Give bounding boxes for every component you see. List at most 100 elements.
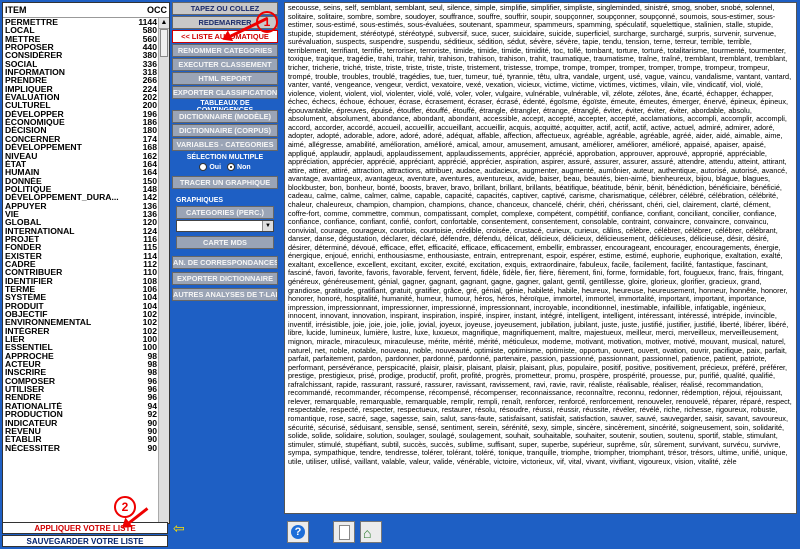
list-item-word: ACTEUR: [5, 360, 41, 369]
apply-list-button[interactable]: APPLIQUER VOTRE LISTE: [2, 522, 168, 534]
radio-oui-icon[interactable]: [199, 163, 208, 171]
list-item[interactable]: SYSTÈME 104: [3, 293, 159, 302]
list-item[interactable]: INTERNATIONAL 124: [3, 226, 159, 235]
list-item-word: CONSIDÉRER: [5, 51, 63, 60]
list-item[interactable]: ACTEUR 98: [3, 360, 159, 369]
list-item[interactable]: IMPLIQUER 224: [3, 84, 159, 93]
rename-categories-button[interactable]: RENOMMER CATEGORIES: [172, 44, 278, 57]
list-item[interactable]: INTÉGRER 102: [3, 326, 159, 335]
document-icon: [339, 525, 350, 540]
list-item[interactable]: LOCAL 580: [3, 26, 159, 35]
variables-categories-button[interactable]: VARIABLES - CATEGORIES: [172, 138, 278, 151]
list-item-word: RENDRE: [5, 393, 42, 402]
correspondence-analysis-button[interactable]: AN. DE CORRESPONDANCES: [172, 256, 278, 269]
column-header-occ[interactable]: OCC: [147, 4, 167, 16]
list-item[interactable]: GLOBAL 120: [3, 218, 159, 227]
list-item[interactable]: PROJET 116: [3, 234, 159, 243]
list-item[interactable]: DÉVELOPPER 196: [3, 109, 159, 119]
list-item[interactable]: ÉVALUATION 202: [3, 93, 159, 102]
html-report-button[interactable]: HTML REPORT: [172, 72, 278, 85]
list-item-word: CONCERNER: [5, 134, 61, 144]
list-item[interactable]: CULTUREL 200: [3, 101, 159, 110]
execute-classification-button[interactable]: EXECUTER CLASSEMENT: [172, 58, 278, 71]
callout-two: 2: [114, 496, 136, 518]
list-item[interactable]: RENDRE 96: [3, 393, 159, 402]
list-item[interactable]: CONCERNER 174: [3, 134, 159, 144]
column-header-item[interactable]: ITEM: [5, 4, 27, 16]
list-item-word: OBJECTIF: [5, 310, 48, 319]
list-body[interactable]: PERMETTRE 1144 LOCAL 580 METTRE 560 PROPOSER 44…: [3, 18, 159, 523]
list-item[interactable]: IDENTIFIER 108: [3, 276, 159, 285]
list-item[interactable]: REVENU 90: [3, 426, 159, 435]
list-item[interactable]: PRODUCTION 92: [3, 410, 159, 419]
list-item[interactable]: PRENDRE 266: [3, 76, 159, 85]
help-button[interactable]: ?: [287, 521, 309, 543]
scroll-up-icon[interactable]: ▲: [159, 18, 169, 29]
text-panel[interactable]: secousse, seins, self, semblant, semblan…: [284, 2, 797, 514]
list-item[interactable]: ÉCONOMIQUE 186: [3, 118, 159, 127]
list-item[interactable]: SOCIAL 336: [3, 59, 159, 68]
export-classification-button[interactable]: EXPORTER CLASSIFICATION: [172, 86, 278, 99]
list-item[interactable]: NÉCESSITER 90: [3, 443, 159, 452]
scroll-thumb[interactable]: [160, 29, 168, 57]
list-item[interactable]: LIER 100: [3, 335, 159, 344]
list-item-word: ENVIRONNEMENTAL: [5, 318, 92, 327]
list-item[interactable]: FONDER 115: [3, 243, 159, 252]
list-item[interactable]: DÉCISION 180: [3, 126, 159, 135]
list-item[interactable]: HUMAIN 164: [3, 168, 159, 177]
list-item[interactable]: INFORMATION 318: [3, 68, 159, 77]
list-item[interactable]: PERMETTRE 1144: [3, 18, 159, 26]
list-item-word: UTILISER: [5, 385, 45, 394]
list-item[interactable]: EXISTER 114: [3, 251, 159, 260]
list-item[interactable]: INSCRIRE 98: [3, 368, 159, 377]
export-dictionary-button[interactable]: EXPORTER DICTIONNAIRE: [172, 272, 278, 285]
list-item[interactable]: POLITIQUE 148: [3, 184, 159, 193]
dictionary-corpus-button[interactable]: DICTIONNAIRE (CORPUS): [172, 124, 278, 137]
list-item[interactable]: CADRE 112: [3, 259, 159, 268]
list-item[interactable]: DÉVELOPPEMENT_DURA... 142: [3, 193, 159, 202]
word-list-panel[interactable]: ITEM OCC PERMETTRE 1144 LOCAL 580 METTRE 560 P…: [2, 2, 170, 524]
list-scrollbar[interactable]: ▲: [158, 18, 169, 523]
radio-non-icon[interactable]: [227, 163, 236, 171]
list-item[interactable]: APPROCHE 98: [3, 351, 159, 360]
list-item[interactable]: APPUYER 136: [3, 201, 159, 210]
radio-oui[interactable]: Oui: [199, 163, 221, 171]
list-item[interactable]: METTRE 560: [3, 34, 159, 43]
home-button[interactable]: ⌂: [360, 521, 382, 543]
list-item[interactable]: ENVIRONNEMENTAL 102: [3, 318, 159, 327]
dictionary-model-button[interactable]: DICTIONNAIRE (MODÈLE): [172, 110, 278, 123]
list-item-word: DÉVELOPPER: [5, 109, 64, 119]
mds-map-button[interactable]: CARTE MDS: [176, 236, 274, 249]
list-item[interactable]: UTILISER 96: [3, 385, 159, 394]
radio-non[interactable]: Non: [227, 163, 251, 171]
list-item-word: DONNÉE: [5, 176, 42, 185]
multiple-selection-radios: Oui Non: [172, 163, 278, 171]
list-item[interactable]: RATIONALITÉ 94: [3, 401, 159, 410]
categories-perc-button[interactable]: CATEGORIES (PERC.): [176, 206, 274, 219]
save-list-button[interactable]: SAUVEGARDER VOTRE LISTE: [2, 535, 168, 547]
list-item[interactable]: VIE 136: [3, 209, 159, 218]
graphics-title: GRAPHIQUES: [176, 197, 224, 204]
graph-select[interactable]: ▼: [176, 220, 274, 232]
list-item[interactable]: TERME 106: [3, 285, 159, 294]
list-item[interactable]: COMPOSER 96: [3, 376, 159, 385]
other-analyses-button[interactable]: AUTRES ANALYSES DE T-LAB: [172, 288, 278, 301]
draw-graph-button[interactable]: TRACER UN GRAPHIQUE: [172, 176, 278, 189]
document-button[interactable]: [333, 521, 355, 543]
list-item[interactable]: DONNÉE 150: [3, 176, 159, 185]
list-item[interactable]: INDICATEUR 90: [3, 418, 159, 427]
list-item-word: ÉTABLIR: [5, 435, 42, 444]
list-item[interactable]: NIVEAU 162: [3, 151, 159, 160]
list-item-word: LOCAL: [5, 26, 35, 35]
list-item-word: ÉVALUATION: [5, 93, 60, 102]
list-item[interactable]: ÉTABLIR 90: [3, 435, 159, 444]
list-item[interactable]: CONSIDÉRER 380: [3, 51, 159, 60]
chevron-down-icon[interactable]: ▼: [262, 221, 273, 231]
list-item[interactable]: ÉTAT 164: [3, 159, 159, 168]
list-item[interactable]: PROPOSER 440: [3, 43, 159, 52]
list-item[interactable]: OBJECTIF 102: [3, 310, 159, 319]
list-item[interactable]: DÉVELOPPEMENT 168: [3, 143, 159, 152]
list-item[interactable]: ESSENTIEL 100: [3, 343, 159, 352]
list-item[interactable]: PRODUIT 104: [3, 301, 159, 310]
list-item[interactable]: CONTRIBUER 110: [3, 268, 159, 277]
